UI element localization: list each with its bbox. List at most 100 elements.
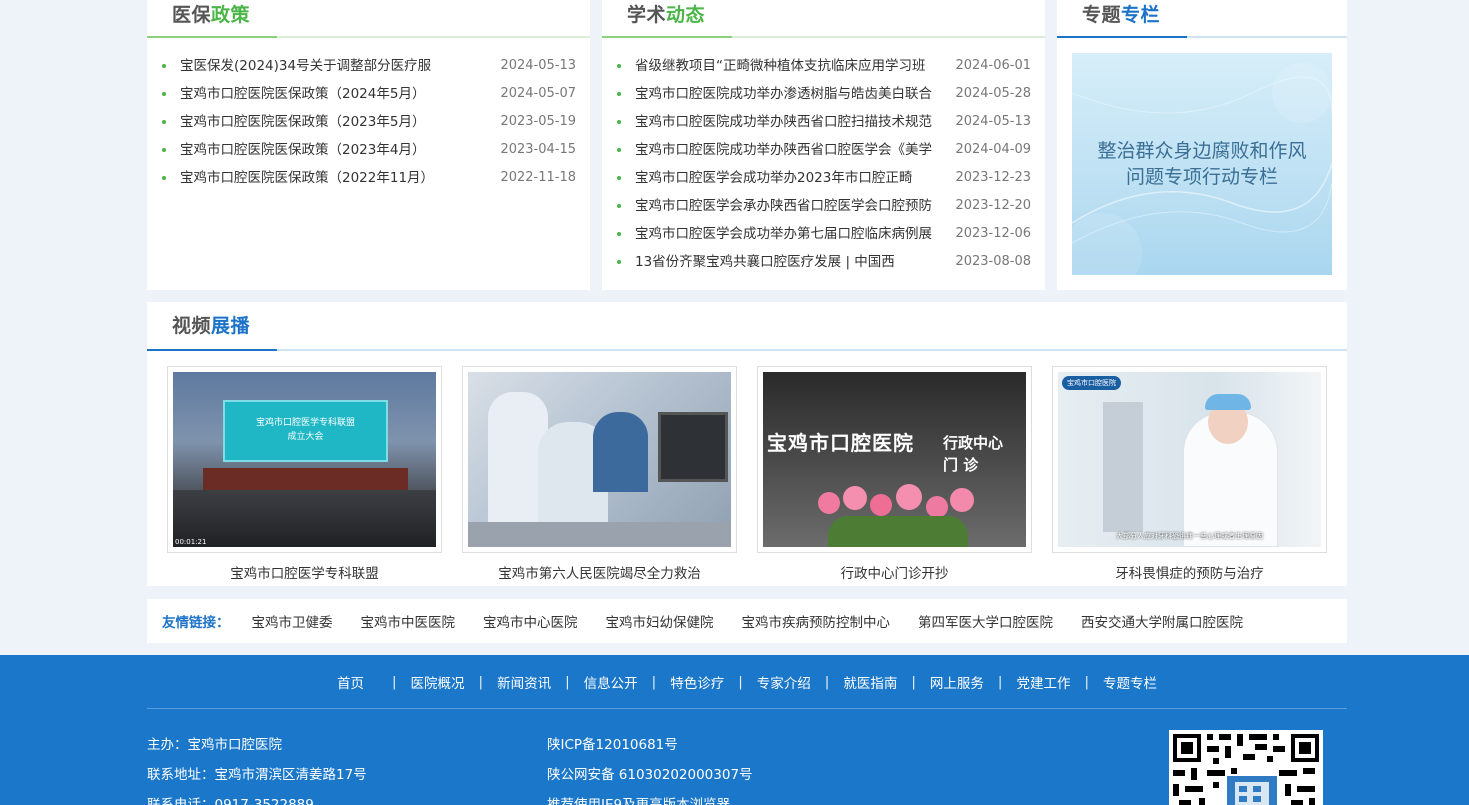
friend-link[interactable]: 宝鸡市卫健委 — [252, 611, 333, 631]
news-date: 2022-11-18 — [500, 170, 576, 185]
footer-nav-item[interactable]: 就医指南 — [829, 672, 911, 692]
news-title[interactable]: 宝鸡市口腔医学会成功举办2023年市口腔正畸 — [635, 164, 912, 192]
friend-links-list: 宝鸡市卫健委 宝鸡市中医医院 宝鸡市中心医院 宝鸡市妇幼保健院 宝鸡市疾病预防控制中心 第… — [252, 611, 1272, 631]
friend-links: 友情链接： 宝鸡市卫健委 宝鸡市中医医院 宝鸡市中心医院 宝鸡市妇幼保健院 宝鸡市疾病预… — [147, 599, 1347, 643]
academic-header-accent — [602, 36, 732, 38]
video-caption[interactable]: 行政中心门诊开抄 — [757, 562, 1032, 582]
dental-equipment — [1103, 402, 1143, 532]
video-thumbnail-frame[interactable] — [462, 366, 737, 553]
footer-nav-separator: | — [391, 673, 397, 690]
friend-link[interactable]: 宝鸡市中医医院 — [361, 611, 456, 631]
news-item[interactable]: 宝医保发(2024)34号关于调整部分医疗服 2024-05-13 — [161, 52, 576, 80]
video-caption[interactable]: 宝鸡市第六人民医院竭尽全力救治 — [462, 562, 737, 582]
video-thumbnail-frame[interactable]: 宝鸡市口腔医学专科联盟 成立大会 00:01:21 — [167, 366, 442, 553]
news-item[interactable]: 13省份齐聚宝鸡共襄口腔医疗发展 | 中国西 2023-08-08 — [616, 248, 1031, 276]
video-item[interactable]: 宝鸡市第六人民医院竭尽全力救治 — [462, 366, 737, 582]
news-date: 2024-06-01 — [955, 58, 1031, 73]
video-caption[interactable]: 宝鸡市口腔医学专科联盟 — [167, 562, 442, 582]
policy-panel: 医保政策 宝医保发(2024)34号关于调整部分医疗服 2024-05-13 宝鸡市… — [147, 0, 590, 290]
news-title[interactable]: 宝鸡市口腔医院医保政策（2022年11月） — [180, 164, 434, 192]
friend-link[interactable]: 宝鸡市疾病预防控制中心 — [742, 611, 891, 631]
academic-list: 省级继教项目“正畸微种植体支抗临床应用学习班 2024-06-01 宝鸡市口腔医院成… — [602, 38, 1045, 276]
policy-list: 宝医保发(2024)34号关于调整部分医疗服 2024-05-13 宝鸡市口腔医院医… — [147, 38, 590, 192]
footer-nav-item[interactable]: 党建工作 — [1002, 672, 1084, 692]
news-item[interactable]: 宝鸡市口腔医院成功举办渗透树脂与皓齿美白联合 2024-05-28 — [616, 80, 1031, 108]
friend-link[interactable]: 西安交通大学附属口腔医院 — [1081, 611, 1243, 631]
footer-nav-item[interactable]: 特色诊疗 — [656, 672, 738, 692]
video-panel: 视频展播 宝鸡市口腔医学专科联盟 成立大会 00:01:21 宝鸡市口腔医学专科… — [147, 302, 1347, 586]
news-item[interactable]: 宝鸡市口腔医院医保政策（2023年4月） 2023-04-15 — [161, 136, 576, 164]
footer-nav-separator: | — [478, 673, 484, 690]
footer-nav-separator: | — [738, 673, 743, 690]
qr-code — [1169, 730, 1323, 805]
academic-title[interactable]: 学术动态 — [627, 0, 1045, 30]
video-subtitle: 大部分人应对牙科恐惧症一些心理或者生理原因 — [1116, 532, 1263, 540]
video-item[interactable]: 宝鸡市口腔医院 大部分人应对牙科恐惧症一些心理或者生理原因 牙科畏惧症的预防与治… — [1052, 366, 1327, 582]
footer-icp[interactable]: 陕ICP备12010681号 — [547, 730, 753, 760]
video-thumbnail-frame[interactable]: 宝鸡市口腔医院 大部分人应对牙科恐惧症一些心理或者生理原因 — [1052, 366, 1327, 553]
footer-nav-item[interactable]: 首页 — [323, 672, 392, 692]
video-caption[interactable]: 牙科畏惧症的预防与治疗 — [1052, 562, 1327, 582]
special-banner[interactable]: 整治群众身边腐败和作风 问题专项行动专栏 — [1072, 53, 1332, 275]
news-item[interactable]: 宝鸡市口腔医学会承办陕西省口腔医学会口腔预防 2023-12-20 — [616, 192, 1031, 220]
news-title[interactable]: 宝鸡市口腔医学会承办陕西省口腔医学会口腔预防 — [635, 192, 932, 220]
doctor-cap — [1205, 394, 1251, 410]
footer-nav-separator: | — [565, 673, 570, 690]
video-item[interactable]: 宝鸡市口腔医院 行政中心 门 诊 行政中心门诊开抄 — [757, 366, 1032, 582]
news-title[interactable]: 宝鸡市口腔医院成功举办陕西省口腔医学会《美学 — [635, 136, 932, 164]
news-title[interactable]: 省级继教项目“正畸微种植体支抗临床应用学习班 — [635, 52, 926, 80]
news-date: 2024-05-07 — [500, 86, 576, 101]
policy-title[interactable]: 医保政策 — [172, 0, 590, 30]
news-date: 2023-05-19 — [500, 114, 576, 129]
news-title[interactable]: 宝鸡市口腔医院成功举办渗透树脂与皓齿美白联合 — [635, 80, 932, 108]
video-thumbnail: 宝鸡市口腔医学专科联盟 成立大会 00:01:21 — [173, 372, 436, 547]
footer-host: 主办：宝鸡市口腔医院 — [147, 737, 282, 753]
friend-link[interactable]: 宝鸡市妇幼保健院 — [606, 611, 714, 631]
news-item[interactable]: 宝鸡市口腔医学会成功举办第七届口腔临床病例展 2023-12-06 — [616, 220, 1031, 248]
policy-header: 医保政策 — [147, 0, 590, 38]
footer-nav-separator: | — [911, 673, 916, 690]
academic-header: 学术动态 — [602, 0, 1045, 38]
footer-nav-item[interactable]: 新闻资讯 — [483, 672, 565, 692]
news-title[interactable]: 13省份齐聚宝鸡共襄口腔医疗发展 | 中国西 — [635, 248, 895, 276]
footer-nav-item[interactable]: 专家介绍 — [743, 672, 825, 692]
video-header-accent — [147, 349, 277, 351]
news-title[interactable]: 宝鸡市口腔医院医保政策（2023年4月） — [180, 136, 425, 164]
footer-police[interactable]: 陕公网安备 61030202000307号 — [547, 760, 753, 790]
special-panel: 专题专栏 整治群众身边腐败和作风 问题专项行动专栏 — [1057, 0, 1347, 290]
footer-nav-separator: | — [824, 673, 830, 690]
footer-nav: 首页 | 医院概况 | 新闻资讯 | 信息公开 | 特色诊疗 | 专家介绍 | 就医指南 | 网上服务 | 党建… — [147, 655, 1347, 709]
video-list: 宝鸡市口腔医学专科联盟 成立大会 00:01:21 宝鸡市口腔医学专科联盟 宝鸡… — [167, 366, 1327, 582]
friend-link[interactable]: 宝鸡市中心医院 — [483, 611, 578, 631]
special-title[interactable]: 专题专栏 — [1082, 0, 1347, 30]
video-thumbnail-frame[interactable]: 宝鸡市口腔医院 行政中心 门 诊 — [757, 366, 1032, 553]
friend-links-label: 友情链接： — [162, 615, 230, 631]
news-item[interactable]: 省级继教项目“正畸微种植体支抗临床应用学习班 2024-06-01 — [616, 52, 1031, 80]
footer-nav-item[interactable]: 网上服务 — [916, 672, 998, 692]
hospital-logo: 宝鸡市口腔医院 — [1062, 376, 1121, 390]
news-title[interactable]: 宝医保发(2024)34号关于调整部分医疗服 — [180, 52, 431, 80]
news-date: 2024-05-28 — [955, 86, 1031, 101]
footer-info-right: 陕ICP备12010681号 陕公网安备 61030202000307号 推荐使… — [547, 730, 753, 805]
footer-nav-item[interactable]: 专题专栏 — [1089, 672, 1171, 692]
news-item[interactable]: 宝鸡市口腔医院成功举办陕西省口腔医学会《美学 2024-04-09 — [616, 136, 1031, 164]
video-title[interactable]: 视频展播 — [172, 302, 1347, 351]
video-item[interactable]: 宝鸡市口腔医学专科联盟 成立大会 00:01:21 宝鸡市口腔医学专科联盟 — [167, 366, 442, 582]
friend-link[interactable]: 第四军医大学口腔医院 — [918, 611, 1053, 631]
news-item[interactable]: 宝鸡市口腔医院成功举办陕西省口腔扫描技术规范 2024-05-13 — [616, 108, 1031, 136]
news-title[interactable]: 宝鸡市口腔医院成功举办陕西省口腔扫描技术规范 — [635, 108, 932, 136]
news-item[interactable]: 宝鸡市口腔医学会成功举办2023年市口腔正畸 2023-12-23 — [616, 164, 1031, 192]
news-title[interactable]: 宝鸡市口腔医院医保政策（2023年5月） — [180, 108, 425, 136]
news-item[interactable]: 宝鸡市口腔医院医保政策（2022年11月） 2022-11-18 — [161, 164, 576, 192]
academic-panel: 学术动态 省级继教项目“正畸微种植体支抗临床应用学习班 2024-06-01 宝鸡市… — [602, 0, 1045, 290]
video-thumbnail: 宝鸡市口腔医院 行政中心 门 诊 — [763, 372, 1026, 547]
monitor — [658, 412, 728, 482]
news-title[interactable]: 宝鸡市口腔医学会成功举办第七届口腔临床病例展 — [635, 220, 932, 248]
news-item[interactable]: 宝鸡市口腔医院医保政策（2023年5月） 2023-05-19 — [161, 108, 576, 136]
news-date: 2024-05-13 — [955, 114, 1031, 129]
news-item[interactable]: 宝鸡市口腔医院医保政策（2024年5月） 2024-05-07 — [161, 80, 576, 108]
footer: 首页 | 医院概况 | 新闻资讯 | 信息公开 | 特色诊疗 | 专家介绍 | 就医指南 | 网上服务 | 党建… — [0, 655, 1469, 805]
footer-nav-item[interactable]: 信息公开 — [570, 672, 652, 692]
news-title[interactable]: 宝鸡市口腔医院医保政策（2024年5月） — [180, 80, 425, 108]
footer-nav-item[interactable]: 医院概况 — [397, 672, 479, 692]
